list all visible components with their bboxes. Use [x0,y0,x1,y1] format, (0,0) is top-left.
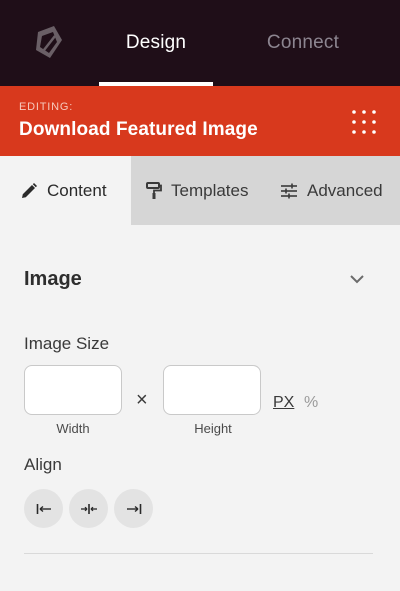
unit-px-toggle[interactable]: PX [273,394,294,412]
unit-percent-toggle[interactable]: % [304,394,318,412]
leaf-logo-icon[interactable] [28,20,72,64]
tab-content-label: Content [47,180,107,200]
height-input[interactable] [163,365,261,415]
paint-roller-icon [146,181,162,199]
editing-label: EDITING: [19,101,74,113]
section-divider [24,553,373,554]
align-center-icon [80,503,97,514]
align-left-button[interactable] [24,489,63,528]
editing-title: Download Featured Image [19,119,258,140]
chevron-down-icon[interactable] [349,273,365,285]
align-right-button[interactable] [114,489,153,528]
image-size-label: Image Size [24,334,110,353]
pencil-icon [22,182,37,198]
top-nav: Design Connect [0,0,400,86]
align-left-icon [36,503,51,514]
align-label: Align [24,455,62,474]
tab-advanced[interactable]: Advanced [280,156,383,225]
times-symbol: × [136,389,148,411]
section-title: Image [24,268,82,290]
tab-design-label: Design [125,32,187,53]
settings-tabs: Content Templates Advanced [0,156,400,225]
tab-templates[interactable]: Templates [146,156,248,225]
editing-header: EDITING: Download Featured Image [0,86,400,156]
width-input[interactable] [24,365,122,415]
sliders-icon [281,183,297,198]
tab-connect[interactable]: Connect [238,0,368,86]
tab-connect-label: Connect [266,32,340,53]
width-label: Width [56,421,90,436]
drag-handle-icon[interactable] [350,108,378,136]
tab-design[interactable]: Design [91,0,221,86]
tab-templates-label: Templates [171,180,249,200]
tab-advanced-label: Advanced [307,180,383,200]
height-label: Height [194,421,232,436]
tab-content[interactable]: Content [0,156,131,225]
align-center-button[interactable] [69,489,108,528]
align-right-icon [126,503,141,514]
